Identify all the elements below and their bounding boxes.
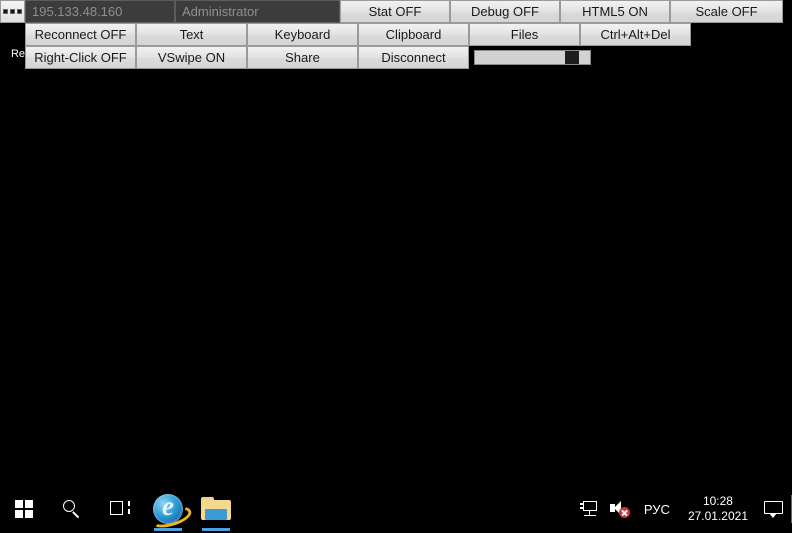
- action-center-icon: [764, 500, 783, 518]
- html5-toggle-button[interactable]: HTML5 ON: [560, 0, 670, 23]
- host-input[interactable]: 195.133.48.160: [25, 0, 175, 23]
- reconnect-toggle-button[interactable]: Reconnect OFF: [25, 23, 136, 46]
- windows-taskbar: РУС 10:28 27.01.2021: [0, 485, 792, 533]
- scale-toggle-button[interactable]: Scale OFF: [670, 0, 783, 23]
- more-options-button[interactable]: [0, 0, 25, 23]
- volume-muted-icon: [609, 500, 630, 518]
- task-view-button[interactable]: [96, 485, 144, 533]
- task-view-icon: [110, 500, 130, 518]
- taskbar-left-group: [0, 485, 240, 533]
- disconnect-button[interactable]: Disconnect: [358, 46, 469, 69]
- clock-time: 10:28: [702, 494, 733, 508]
- text-button[interactable]: Text: [136, 23, 247, 46]
- windows-logo-icon: [15, 500, 33, 518]
- taskbar-item-internet-explorer[interactable]: [144, 485, 192, 533]
- taskbar-item-file-explorer[interactable]: [192, 485, 240, 533]
- ellipsis-icon: [3, 9, 8, 14]
- network-icon: [579, 501, 598, 517]
- remote-desktop-canvas[interactable]: Recycle Bin: [0, 0, 792, 485]
- ellipsis-icon: [10, 9, 15, 14]
- action-center-button[interactable]: [758, 485, 789, 533]
- clock-date: 27.01.2021: [687, 509, 748, 523]
- tray-network-button[interactable]: [574, 485, 604, 533]
- files-button[interactable]: Files: [469, 23, 580, 46]
- toolbar-row-connection: 195.133.48.160 Administrator Stat OFF De…: [0, 0, 783, 23]
- search-button[interactable]: [48, 485, 96, 533]
- start-button[interactable]: [0, 485, 48, 533]
- toolbar-row-session: Right-Click OFF VSwipe ON Share Disconne…: [0, 46, 783, 69]
- ctrl-alt-del-button[interactable]: Ctrl+Alt+Del: [580, 23, 691, 46]
- share-button[interactable]: Share: [247, 46, 358, 69]
- zoom-slider-thumb[interactable]: [564, 51, 579, 64]
- remote-session-toolbar: 195.133.48.160 Administrator Stat OFF De…: [0, 0, 783, 69]
- screen: Recycle Bin 195.133.48.160 Administrator…: [0, 0, 792, 533]
- debug-toggle-button[interactable]: Debug OFF: [450, 0, 560, 23]
- search-icon: [62, 499, 82, 519]
- tray-volume-button[interactable]: [604, 485, 636, 533]
- language-indicator[interactable]: РУС: [636, 502, 678, 517]
- internet-explorer-icon: [153, 491, 183, 524]
- folder-icon: [201, 497, 231, 521]
- system-tray: РУС 10:28 27.01.2021: [574, 485, 792, 533]
- stat-toggle-button[interactable]: Stat OFF: [340, 0, 450, 23]
- taskbar-clock[interactable]: 10:28 27.01.2021: [678, 485, 758, 533]
- keyboard-button[interactable]: Keyboard: [247, 23, 358, 46]
- right-click-toggle-button[interactable]: Right-Click OFF: [25, 46, 136, 69]
- clipboard-button[interactable]: Clipboard: [358, 23, 469, 46]
- vswipe-toggle-button[interactable]: VSwipe ON: [136, 46, 247, 69]
- toolbar-row-actions: Reconnect OFF Text Keyboard Clipboard Fi…: [0, 23, 783, 46]
- zoom-slider[interactable]: [474, 50, 591, 65]
- ellipsis-icon: [17, 9, 22, 14]
- username-input[interactable]: Administrator: [175, 0, 340, 23]
